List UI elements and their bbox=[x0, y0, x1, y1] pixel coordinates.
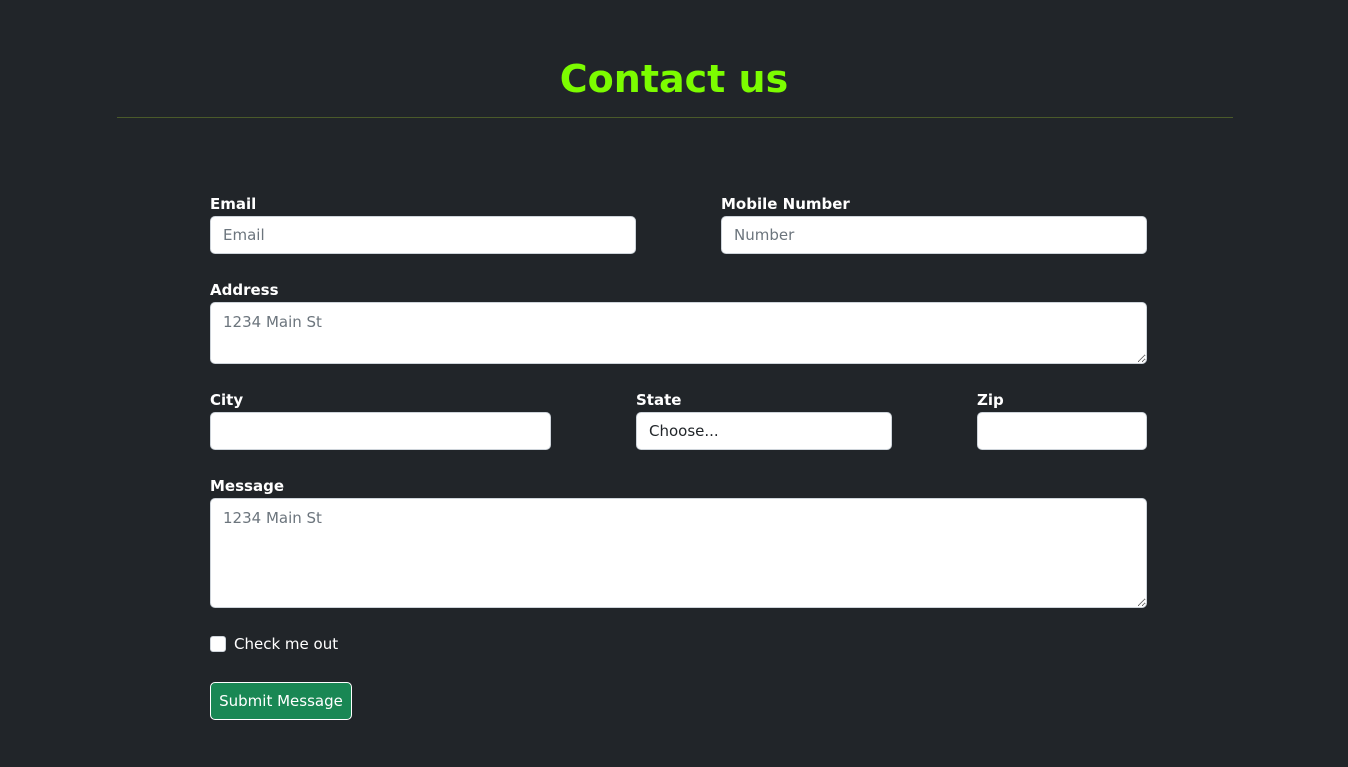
message-label: Message bbox=[210, 477, 284, 495]
email-label: Email bbox=[210, 195, 257, 213]
address-textarea[interactable] bbox=[210, 302, 1147, 364]
state-select[interactable]: Choose... bbox=[636, 412, 892, 450]
contact-page: Contact us Email Mobile Number Address C… bbox=[0, 0, 1348, 767]
page-title: Contact us bbox=[559, 57, 789, 101]
address-label: Address bbox=[210, 281, 279, 299]
city-label: City bbox=[210, 391, 244, 409]
message-textarea[interactable] bbox=[210, 498, 1147, 608]
mobile-input[interactable] bbox=[721, 216, 1147, 254]
mobile-label: Mobile Number bbox=[721, 195, 850, 213]
zip-label: Zip bbox=[977, 391, 1004, 409]
submit-message-button[interactable]: Submit Message bbox=[210, 682, 352, 720]
title-divider bbox=[117, 117, 1233, 118]
check-me-out-label[interactable]: Check me out bbox=[234, 635, 338, 653]
email-input[interactable] bbox=[210, 216, 636, 254]
state-label: State bbox=[636, 391, 682, 409]
zip-input[interactable] bbox=[977, 412, 1147, 450]
check-me-out-checkbox[interactable] bbox=[210, 636, 226, 652]
city-input[interactable] bbox=[210, 412, 551, 450]
